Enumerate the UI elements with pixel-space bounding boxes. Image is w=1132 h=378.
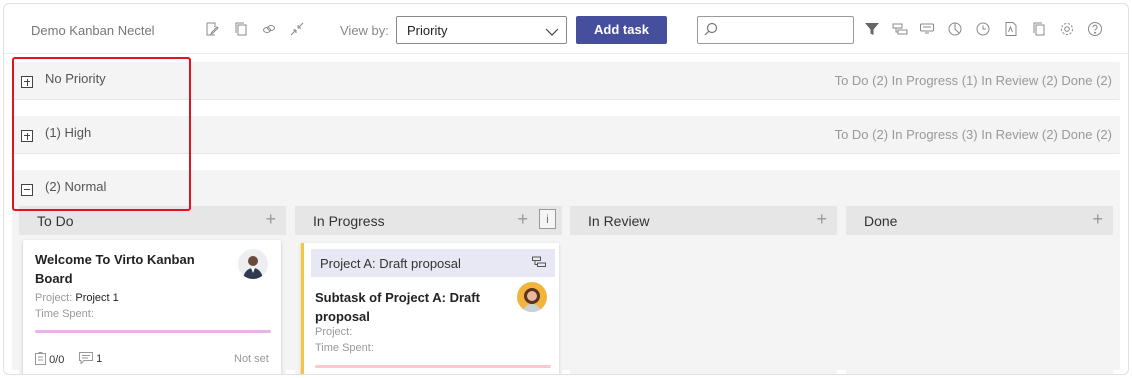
view-by-select[interactable]: Priority — [396, 16, 567, 44]
card-title-line1: Subtask of Project A: Draft — [315, 290, 480, 305]
group-stats: To Do (2) In Progress (1) In Review (2) … — [834, 73, 1112, 88]
kanban-app: Demo Kanban Nectel View by: Priority Add… — [3, 3, 1129, 375]
parent-task-bar[interactable]: Project A: Draft proposal — [311, 249, 555, 277]
card-title-line2: proposal — [315, 309, 370, 324]
column-in-review: In Review + — [570, 206, 837, 374]
avatar[interactable] — [517, 282, 547, 312]
collapse-icon[interactable] — [289, 21, 305, 37]
search-icon — [704, 22, 718, 36]
group-label: (1) High — [45, 125, 92, 140]
expand-icon[interactable] — [21, 76, 33, 88]
progress-bar — [35, 330, 271, 333]
column-header: Done + — [846, 206, 1113, 235]
search-input[interactable] — [722, 20, 847, 40]
group-stats: To Do (2) In Progress (3) In Review (2) … — [834, 127, 1112, 142]
history-icon[interactable] — [975, 21, 991, 37]
chevron-down-icon — [545, 25, 559, 40]
add-card-icon[interactable]: + — [265, 209, 276, 229]
column-header: In Progress + i — [295, 206, 562, 235]
time-spent-label: Time Spent: — [315, 342, 374, 354]
column-title: To Do — [37, 213, 74, 229]
group-high[interactable]: (1) High To Do (2) In Progress (3) In Re… — [12, 116, 1120, 154]
settings-icon[interactable] — [1059, 21, 1075, 37]
group-no-priority[interactable]: No Priority To Do (2) In Progress (1) In… — [12, 62, 1120, 100]
board-title: Demo Kanban Nectel — [31, 23, 155, 38]
view-by-value: Priority — [407, 23, 448, 38]
checklist-counter[interactable]: 0/0 — [35, 352, 64, 366]
column-title: In Progress — [313, 213, 385, 229]
card-title-line1: Welcome To Virto Kanban — [35, 252, 195, 267]
column-header: In Review + — [570, 206, 837, 235]
card-view-icon[interactable] — [919, 21, 935, 37]
avatar[interactable] — [238, 249, 268, 279]
search-box — [697, 16, 854, 44]
info-icon[interactable]: i — [539, 209, 556, 229]
card-title-line2: Board — [35, 271, 73, 286]
comments-counter[interactable]: 1 — [79, 352, 102, 365]
checklist-count: 0/0 — [49, 354, 65, 366]
parent-task-title: Project A: Draft proposal — [320, 256, 461, 271]
collapse-group-icon[interactable] — [21, 184, 33, 196]
project-label: Project: — [35, 292, 73, 304]
edit-icon[interactable] — [204, 21, 220, 37]
expand-icon[interactable] — [21, 130, 33, 142]
duplicate-icon[interactable] — [1031, 21, 1047, 37]
pdf-icon[interactable] — [1003, 21, 1019, 37]
time-spent-label: Time Spent: — [35, 308, 94, 320]
checklist-icon — [35, 352, 46, 365]
copy-icon[interactable] — [233, 21, 249, 37]
task-card[interactable]: Welcome To Virto Kanban Board Project: P… — [23, 240, 281, 374]
group-label: No Priority — [45, 71, 106, 86]
help-icon[interactable] — [1087, 21, 1103, 37]
due-date: Not set — [234, 353, 269, 365]
filter-icon[interactable] — [864, 21, 880, 37]
link-icon[interactable] — [261, 21, 277, 37]
add-card-icon[interactable]: + — [1092, 209, 1103, 229]
add-card-icon[interactable]: + — [517, 209, 528, 229]
group-label: (2) Normal — [45, 179, 107, 194]
column-done: Done + — [846, 206, 1113, 374]
subtask-icon[interactable] — [892, 21, 908, 37]
subtask-card[interactable]: Project A: Draft proposal Subtask of Pro… — [301, 243, 559, 374]
project-label: Project: — [315, 326, 353, 338]
project-value: Project 1 — [75, 292, 119, 304]
comment-icon — [79, 352, 93, 365]
add-card-icon[interactable]: + — [816, 209, 827, 229]
project-field: Project: Project 1 — [35, 292, 119, 304]
column-title: In Review — [588, 213, 650, 229]
column-header: To Do + — [19, 206, 286, 235]
progress-bar — [315, 365, 551, 368]
comments-count: 1 — [96, 353, 103, 365]
add-task-button[interactable]: Add task — [576, 16, 667, 44]
chart-icon[interactable] — [947, 21, 963, 37]
subtask-icon — [532, 256, 546, 271]
view-by-label: View by: — [340, 23, 389, 38]
toolbar: Demo Kanban Nectel View by: Priority Add… — [4, 4, 1128, 54]
column-title: Done — [864, 213, 898, 229]
